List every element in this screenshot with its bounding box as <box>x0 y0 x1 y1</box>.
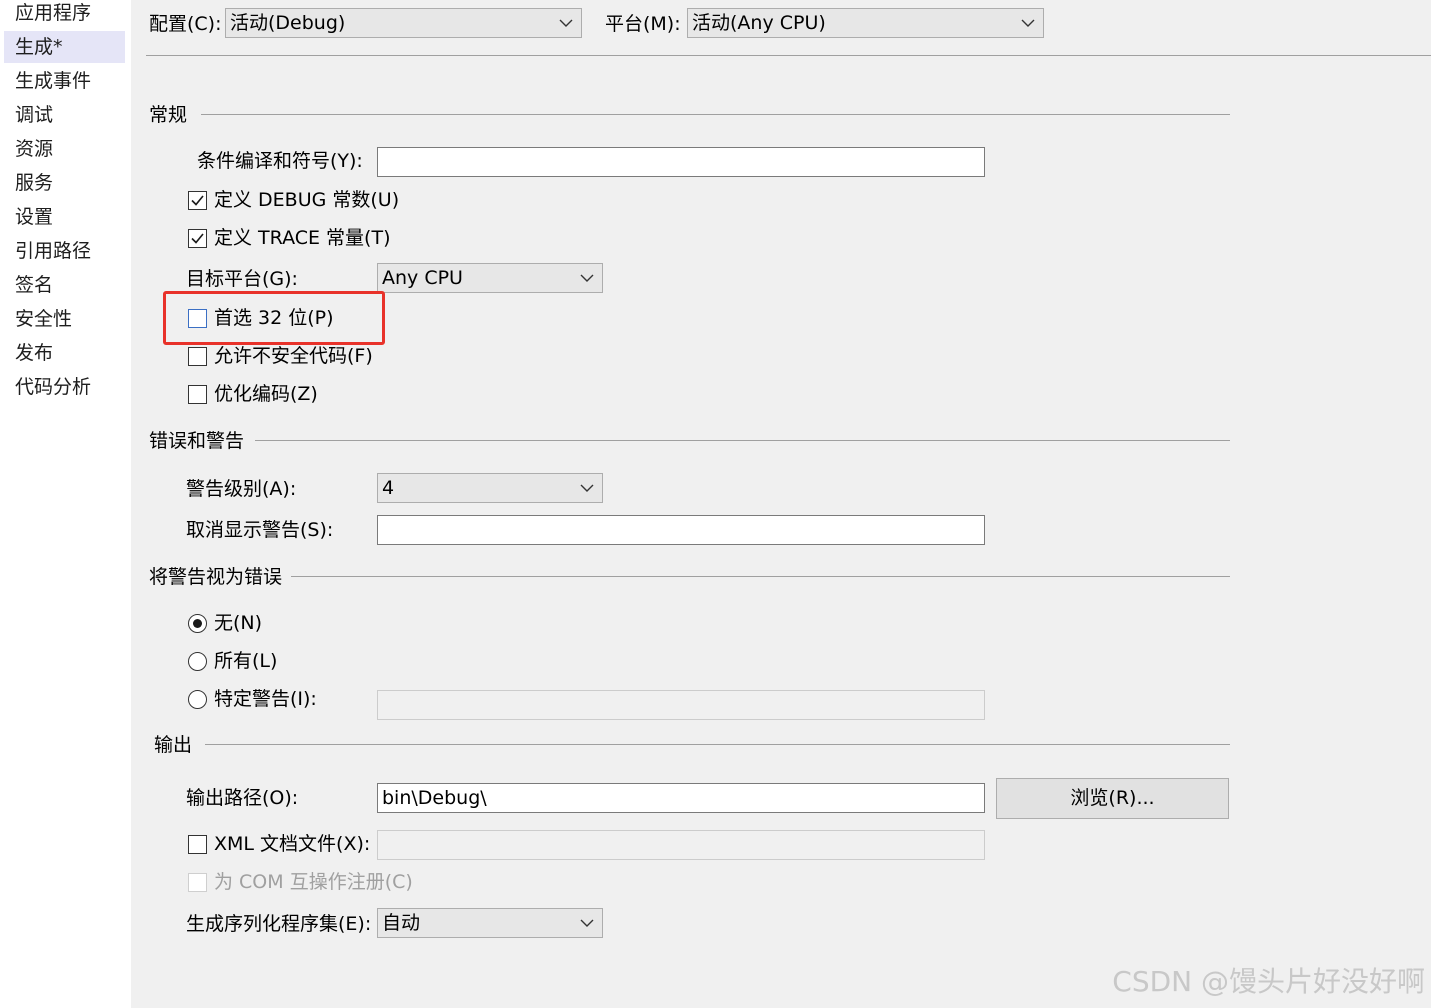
com-register-checkbox[interactable] <box>188 873 207 892</box>
sidebar-item-signing[interactable]: 签名 <box>4 269 125 301</box>
serialization-dropdown[interactable]: 自动 <box>377 908 603 938</box>
radio-selected-dot <box>193 619 202 628</box>
sidebar-item-code-analysis[interactable]: 代码分析 <box>4 371 125 403</box>
section-divider <box>201 114 1230 115</box>
sidebar-item-build[interactable]: 生成* <box>4 31 125 63</box>
allow-unsafe-checkbox[interactable] <box>188 347 207 366</box>
checkmark-icon <box>191 233 204 244</box>
sidebar: 应用程序 生成* 生成事件 调试 资源 服务 设置 引用路径 签名 安全性 发布… <box>0 0 131 1008</box>
chevron-down-icon <box>580 919 594 927</box>
watermark: CSDN @馒头片好没好啊 <box>1112 965 1425 998</box>
define-debug-label[interactable]: 定义 DEBUG 常数(U) <box>214 186 399 214</box>
sidebar-item-publish[interactable]: 发布 <box>4 337 125 369</box>
section-divider <box>255 440 1230 441</box>
sidebar-item-debug[interactable]: 调试 <box>4 99 125 131</box>
warning-level-dropdown[interactable]: 4 <box>377 473 603 503</box>
toolbar-divider <box>146 55 1431 56</box>
define-trace-checkbox[interactable] <box>188 229 207 248</box>
sidebar-item-security[interactable]: 安全性 <box>4 303 125 335</box>
platform-value: 活动(Any CPU) <box>692 12 826 34</box>
chevron-down-icon <box>1021 19 1035 27</box>
output-path-label: 输出路径(O): <box>186 787 299 809</box>
optimize-checkbox[interactable] <box>188 385 207 404</box>
allow-unsafe-label[interactable]: 允许不安全代码(F) <box>214 342 373 370</box>
define-debug-checkbox[interactable] <box>188 191 207 210</box>
radio-none[interactable] <box>188 614 207 633</box>
build-settings-panel: 配置(C): 活动(Debug) 平台(M): 活动(Any CPU) 常规 条… <box>131 0 1431 1008</box>
section-title-errors: 错误和警告 <box>149 430 245 452</box>
xml-doc-label[interactable]: XML 文档文件(X): <box>214 830 370 858</box>
specific-warnings-input[interactable] <box>377 690 985 720</box>
sidebar-item-services[interactable]: 服务 <box>4 167 125 199</box>
section-title-treat-warnings: 将警告视为错误 <box>149 566 283 588</box>
config-dropdown[interactable]: 活动(Debug) <box>225 8 582 38</box>
checkmark-icon <box>191 195 204 206</box>
suppress-warnings-label: 取消显示警告(S): <box>186 519 334 541</box>
chevron-down-icon <box>580 484 594 492</box>
conditional-symbols-input[interactable] <box>377 147 985 177</box>
config-label: 配置(C): <box>149 13 222 35</box>
conditional-symbols-label: 条件编译和符号(Y): <box>197 150 363 172</box>
serialization-value: 自动 <box>382 912 421 934</box>
prefer-32bit-checkbox[interactable] <box>188 309 207 328</box>
sidebar-item-settings[interactable]: 设置 <box>4 201 125 233</box>
config-value: 活动(Debug) <box>230 12 346 34</box>
warning-level-value: 4 <box>382 477 395 499</box>
section-title-general: 常规 <box>149 104 188 126</box>
section-title-output: 输出 <box>154 734 193 756</box>
target-platform-value: Any CPU <box>382 267 463 289</box>
radio-all-label[interactable]: 所有(L) <box>214 647 277 675</box>
section-divider <box>205 744 1230 745</box>
target-platform-label: 目标平台(G): <box>186 268 298 290</box>
section-divider <box>291 576 1230 577</box>
browse-button[interactable]: 浏览(R)... <box>996 778 1229 819</box>
xml-doc-input[interactable] <box>377 830 985 860</box>
radio-specific-label[interactable]: 特定警告(I): <box>214 685 317 713</box>
target-platform-dropdown[interactable]: Any CPU <box>377 263 603 293</box>
sidebar-item-build-events[interactable]: 生成事件 <box>4 65 125 97</box>
output-path-input[interactable]: bin\Debug\ <box>377 783 985 813</box>
platform-dropdown[interactable]: 活动(Any CPU) <box>687 8 1044 38</box>
sidebar-item-reference-paths[interactable]: 引用路径 <box>4 235 125 267</box>
radio-none-label[interactable]: 无(N) <box>214 609 262 637</box>
warning-level-label: 警告级别(A): <box>186 478 297 500</box>
optimize-label[interactable]: 优化编码(Z) <box>214 380 318 408</box>
define-trace-label[interactable]: 定义 TRACE 常量(T) <box>214 224 390 252</box>
radio-specific[interactable] <box>188 690 207 709</box>
sidebar-item-application[interactable]: 应用程序 <box>4 0 125 29</box>
serialization-label: 生成序列化程序集(E): <box>186 913 372 935</box>
prefer-32bit-label[interactable]: 首选 32 位(P) <box>214 304 334 332</box>
chevron-down-icon <box>559 19 573 27</box>
xml-doc-checkbox[interactable] <box>188 835 207 854</box>
platform-label: 平台(M): <box>605 13 681 35</box>
suppress-warnings-input[interactable] <box>377 515 985 545</box>
com-register-label[interactable]: 为 COM 互操作注册(C) <box>214 868 413 896</box>
radio-all[interactable] <box>188 652 207 671</box>
sidebar-item-resources[interactable]: 资源 <box>4 133 125 165</box>
chevron-down-icon <box>580 274 594 282</box>
